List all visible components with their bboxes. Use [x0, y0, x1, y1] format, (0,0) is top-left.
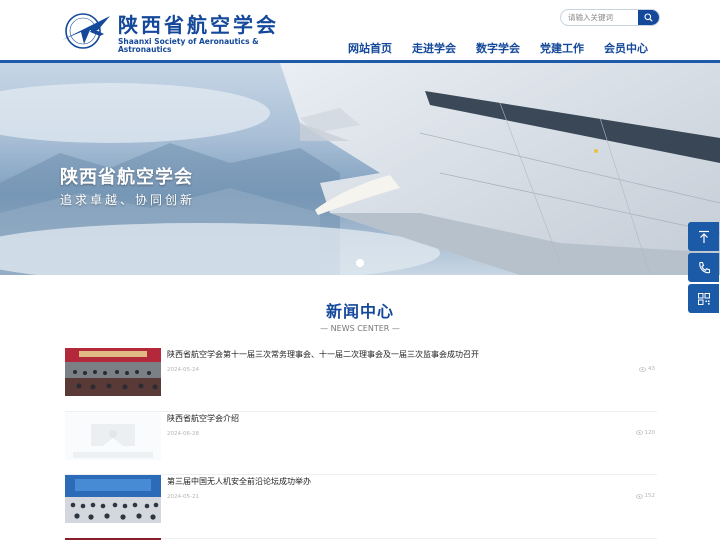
news-item[interactable]: 陕西省航空学会第十一届三次常务理事会、十一届二次理事会及一届三次监事会成功召开 …	[65, 348, 657, 412]
phone-button[interactable]	[688, 253, 719, 282]
main-nav: 网站首页 走进学会 数字学会 党建工作 会员中心	[348, 40, 648, 56]
news-item-views-count: 152	[644, 493, 656, 499]
news-item-date: 2024-06-28	[167, 430, 199, 437]
news-item-title[interactable]: 第三届中国无人机安全前沿论坛成功举办	[167, 476, 311, 487]
search-input[interactable]	[561, 10, 639, 25]
banner-title: 陕西省航空学会	[60, 167, 193, 188]
news-section-title: 新闻中心	[325, 302, 394, 321]
nav-item-about[interactable]: 走进学会	[412, 40, 456, 56]
search-box	[560, 9, 660, 26]
nav-item-home[interactable]: 网站首页	[348, 40, 392, 56]
news-section-subtitle: — NEWS CENTER —	[320, 324, 400, 333]
banner-subtitle: 追求卓越、协同创新	[60, 193, 196, 207]
back-to-top-button[interactable]	[688, 222, 719, 251]
eye-icon	[635, 430, 643, 435]
news-item[interactable]: 陕西省航空学会介绍 2024-06-28 120	[65, 411, 657, 475]
news-item-views: 120	[635, 429, 656, 436]
phone-icon	[698, 261, 710, 273]
news-item-views-count: 120	[644, 429, 656, 436]
news-item-date: 2024-05-21	[167, 494, 199, 500]
back-to-top-icon	[698, 230, 709, 243]
news-item[interactable]: 第三届中国无人机安全前沿论坛成功举办 2024-05-21 152	[65, 475, 657, 539]
news-thumbnail-meeting[interactable]	[65, 348, 161, 396]
search-button[interactable]	[638, 10, 659, 25]
news-item-views: 152	[635, 493, 656, 499]
news-item-views: 43	[639, 366, 655, 372]
logo-plane-icon[interactable]	[60, 10, 114, 50]
search-icon	[644, 13, 653, 22]
news-thumbnail-placeholder[interactable]	[65, 411, 161, 460]
carousel-dot[interactable]	[356, 259, 364, 267]
eye-icon	[635, 493, 643, 499]
logo-title-en: Shaanxi Society of Aeronautics & Astrona…	[118, 37, 259, 54]
eye-icon	[639, 366, 646, 372]
page: 陕西省航空学会 Shaanxi Society of Aeronautics &…	[0, 0, 720, 540]
hero-banner[interactable]: 陕西省航空学会 追求卓越、协同创新	[0, 63, 720, 275]
news-item-date: 2024-05-24	[167, 367, 199, 373]
news-list: 陕西省航空学会第十一届三次常务理事会、十一届二次理事会及一届三次监事会成功召开 …	[65, 348, 657, 539]
nav-item-members[interactable]: 会员中心	[604, 40, 648, 56]
news-item-title[interactable]: 陕西省航空学会第十一届三次常务理事会、十一届二次理事会及一届三次监事会成功召开	[167, 349, 479, 360]
nav-item-party[interactable]: 党建工作	[540, 40, 584, 56]
site-header: 陕西省航空学会 Shaanxi Society of Aeronautics &…	[0, 0, 720, 63]
nav-item-digital[interactable]: 数字学会	[476, 40, 520, 56]
news-thumbnail-forum[interactable]	[65, 475, 161, 523]
news-item-title[interactable]: 陕西省航空学会介绍	[167, 413, 239, 424]
news-item-views-count: 43	[648, 366, 655, 372]
logo-title-cn[interactable]: 陕西省航空学会	[118, 9, 279, 38]
